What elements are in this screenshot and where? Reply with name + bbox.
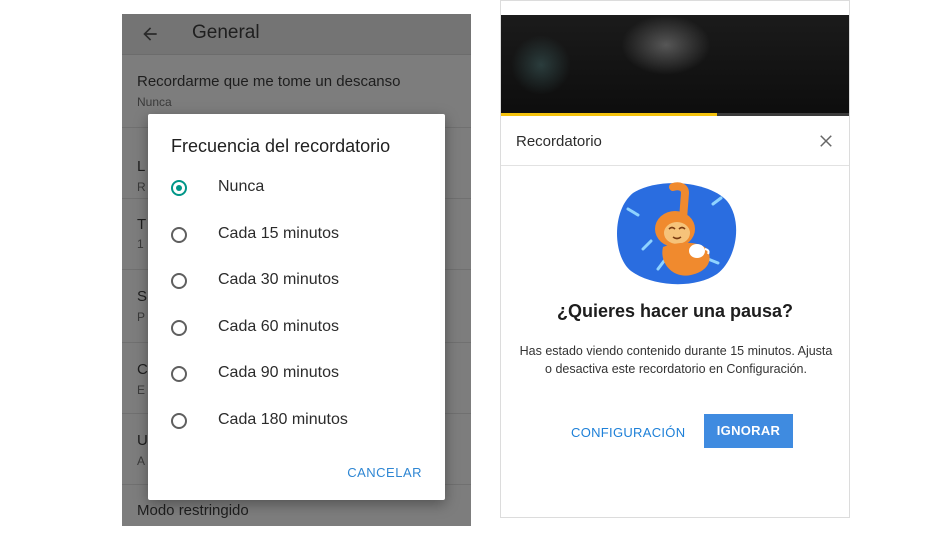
setting-subtitle: 1 (137, 237, 144, 251)
setting-subtitle: A (137, 454, 146, 468)
radio-button[interactable] (171, 320, 187, 336)
setting-title: L (137, 158, 146, 175)
setting-title: Modo restringido (137, 502, 249, 519)
option-label: Cada 180 minutos (218, 411, 348, 428)
setting-title: Recordarme que me tome un descanso (137, 73, 401, 90)
setting-subtitle: P (137, 310, 146, 324)
setting-subtitle: Nunca (137, 95, 172, 109)
setting-title: U (137, 432, 148, 449)
dialog-title: Frecuencia del recordatorio (171, 136, 391, 156)
video-progress-bar[interactable] (501, 113, 849, 116)
option-180-min[interactable]: Cada 180 minutos (171, 409, 431, 439)
setting-title: T (137, 216, 147, 233)
reminder-header: Recordatorio (501, 117, 849, 166)
option-label: Cada 15 minutos (218, 225, 339, 242)
reminder-title: Recordatorio (516, 133, 602, 150)
video-frame-highlight (621, 15, 711, 75)
setting-subtitle: E (137, 383, 146, 397)
back-arrow-icon[interactable] (140, 24, 160, 44)
cancel-button[interactable]: CANCELAR (347, 465, 422, 480)
option-60-min[interactable]: Cada 60 minutos (171, 316, 431, 346)
pause-message: Has estado viendo contenido durante 15 m… (519, 344, 833, 376)
option-label: Cada 30 minutos (218, 271, 339, 288)
option-30-min[interactable]: Cada 30 minutos (171, 269, 431, 299)
setting-title: C (137, 361, 148, 378)
option-label: Cada 60 minutos (218, 318, 339, 335)
video-progress-fill (501, 113, 717, 116)
video-player[interactable] (501, 15, 849, 116)
relaxed-monkey-illustration (617, 182, 737, 285)
settings-screen: General Recordarme que me tome un descan… (122, 14, 471, 526)
setting-subtitle: R (137, 180, 146, 194)
video-frame-highlight (511, 35, 571, 95)
option-15-min[interactable]: Cada 15 minutos (171, 223, 431, 253)
radio-button[interactable] (171, 273, 187, 289)
reminder-screen: Recordatorio ¿Quieres hacer una pausa? H… (500, 0, 850, 518)
radio-button-checked[interactable] (171, 180, 187, 196)
settings-button[interactable]: CONFIGURACIÓN (571, 425, 685, 440)
close-icon[interactable] (817, 132, 835, 150)
option-label: Nunca (218, 178, 265, 195)
option-nunca[interactable]: Nunca (171, 176, 431, 206)
reminder-frequency-dialog: Frecuencia del recordatorio Nunca Cada 1… (148, 114, 445, 500)
setting-title: S (137, 288, 148, 305)
settings-app-bar: General (122, 14, 471, 55)
ignore-button[interactable]: IGNORAR (704, 414, 793, 448)
radio-button[interactable] (171, 227, 187, 243)
pause-question: ¿Quieres hacer una pausa? (556, 301, 794, 321)
option-label: Cada 90 minutos (218, 364, 339, 381)
settings-page-title: General (192, 22, 260, 43)
option-90-min[interactable]: Cada 90 minutos (171, 362, 431, 392)
radio-button[interactable] (171, 413, 187, 429)
radio-button[interactable] (171, 366, 187, 382)
